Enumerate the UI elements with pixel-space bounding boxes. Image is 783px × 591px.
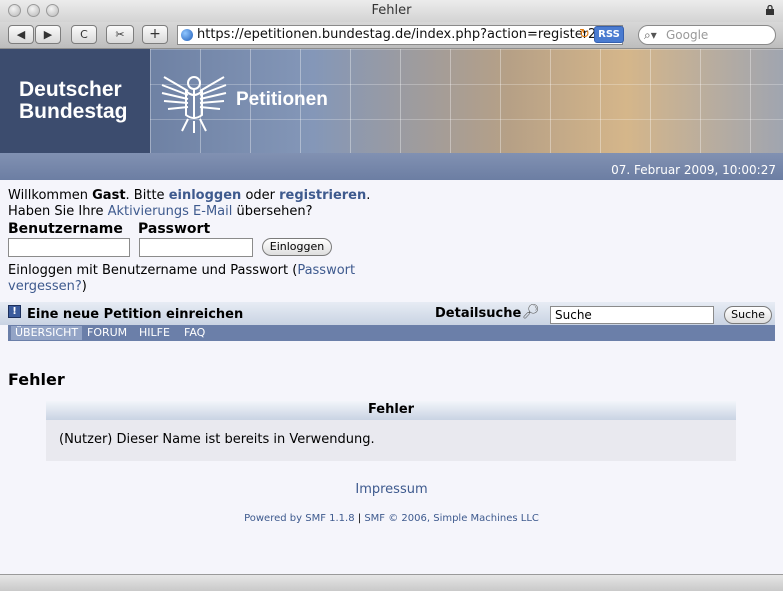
activation-prefix: Haben Sie Ihre <box>8 204 104 219</box>
brand-line-2: Bundestag <box>19 100 128 123</box>
date-bar: 07. Februar 2009, 10:00:27 <box>0 153 783 180</box>
detail-search-link[interactable]: Detailsuche <box>435 306 521 321</box>
login-link[interactable]: einloggen <box>169 188 242 203</box>
forum-search-input[interactable]: Suche <box>550 306 714 324</box>
error-box-title: Fehler <box>46 401 736 420</box>
activation-email-link[interactable]: Aktivierungs E-Mail <box>108 204 233 219</box>
window-titlebar: Fehler <box>0 0 783 23</box>
brand-line-1: Deutscher <box>19 78 122 101</box>
new-petition-icon[interactable]: ! <box>8 305 21 318</box>
url-text: https://epetitionen.bundestag.de/index.p… <box>197 27 597 42</box>
menu-item-help[interactable]: HILFE <box>135 326 174 340</box>
address-bar[interactable]: https://epetitionen.bundestag.de/index.p… <box>177 25 623 45</box>
page-title: Fehler <box>8 370 65 389</box>
globe-icon <box>181 29 193 41</box>
welcome-or: oder <box>245 188 275 203</box>
powered-by-link[interactable]: Powered by SMF 1.1.8 <box>244 513 355 524</box>
error-message: (Nutzer) Dieser Name ist bereits in Verw… <box>59 432 375 447</box>
welcome-text: Willkommen Gast. Bitte einloggen oder re… <box>8 188 388 220</box>
menu-item-faq[interactable]: FAQ <box>180 326 209 340</box>
guest-label: Gast <box>92 188 126 203</box>
browser-search-field[interactable]: ⌕▾ Google <box>638 25 776 45</box>
username-input[interactable] <box>8 238 130 257</box>
federal-eagle-icon <box>161 76 227 133</box>
welcome-prefix: Willkommen <box>8 188 88 203</box>
username-label: Benutzername <box>8 221 123 237</box>
add-bookmark-button[interactable]: + <box>142 25 168 44</box>
activation-suffix: übersehen? <box>236 204 313 219</box>
scrollbar-track[interactable] <box>775 302 783 590</box>
reload-button[interactable]: C <box>71 25 97 44</box>
window-title: Fehler <box>371 3 412 18</box>
register-link[interactable]: registrieren <box>279 188 366 203</box>
new-petition-link[interactable]: Eine neue Petition einreichen <box>27 307 243 322</box>
refresh-icon[interactable]: ↻ <box>579 28 591 41</box>
login-hint: Einloggen mit Benutzername und Passwort … <box>8 263 388 295</box>
password-input[interactable] <box>139 238 253 257</box>
login-hint-prefix: Einloggen mit Benutzername und Passwort … <box>8 263 298 278</box>
login-hint-suffix: ) <box>81 279 87 294</box>
menu-item-overview[interactable]: ÜBERSICHT <box>11 326 83 340</box>
search-placeholder: Google <box>666 28 709 42</box>
smf-copyright-link[interactable]: SMF © 2006, Simple Machines LLC <box>364 513 539 524</box>
login-button[interactable]: Einloggen <box>262 238 332 256</box>
menu-item-forum[interactable]: FORUM <box>83 326 131 340</box>
impressum-link[interactable]: Impressum <box>0 482 783 497</box>
search-icon: ⌕▾ <box>644 28 657 42</box>
rss-button[interactable]: RSS <box>594 26 624 43</box>
powered-by: Powered by SMF 1.1.8 | SMF © 2006, Simpl… <box>0 513 783 524</box>
section-title: Petitionen <box>236 89 328 110</box>
current-datetime: 07. Februar 2009, 10:00:27 <box>611 163 776 177</box>
snapback-button[interactable]: ✂ <box>106 25 134 44</box>
status-bar <box>0 574 783 591</box>
site-logo-text[interactable]: Deutscher Bundestag <box>19 79 128 123</box>
lock-icon <box>766 5 774 15</box>
welcome-end: . <box>366 188 371 203</box>
search-button[interactable]: Suche <box>724 306 772 324</box>
magnifier-icon[interactable]: 🔎︎ <box>522 304 540 320</box>
back-button[interactable]: ◀ <box>8 25 34 44</box>
site-banner: Deutscher Bundestag Petitionen <box>0 49 783 153</box>
password-label: Passwort <box>138 221 211 237</box>
forward-button[interactable]: ▶ <box>35 25 61 44</box>
footer-separator: | <box>357 513 362 524</box>
welcome-mid: . Bitte <box>125 188 165 203</box>
